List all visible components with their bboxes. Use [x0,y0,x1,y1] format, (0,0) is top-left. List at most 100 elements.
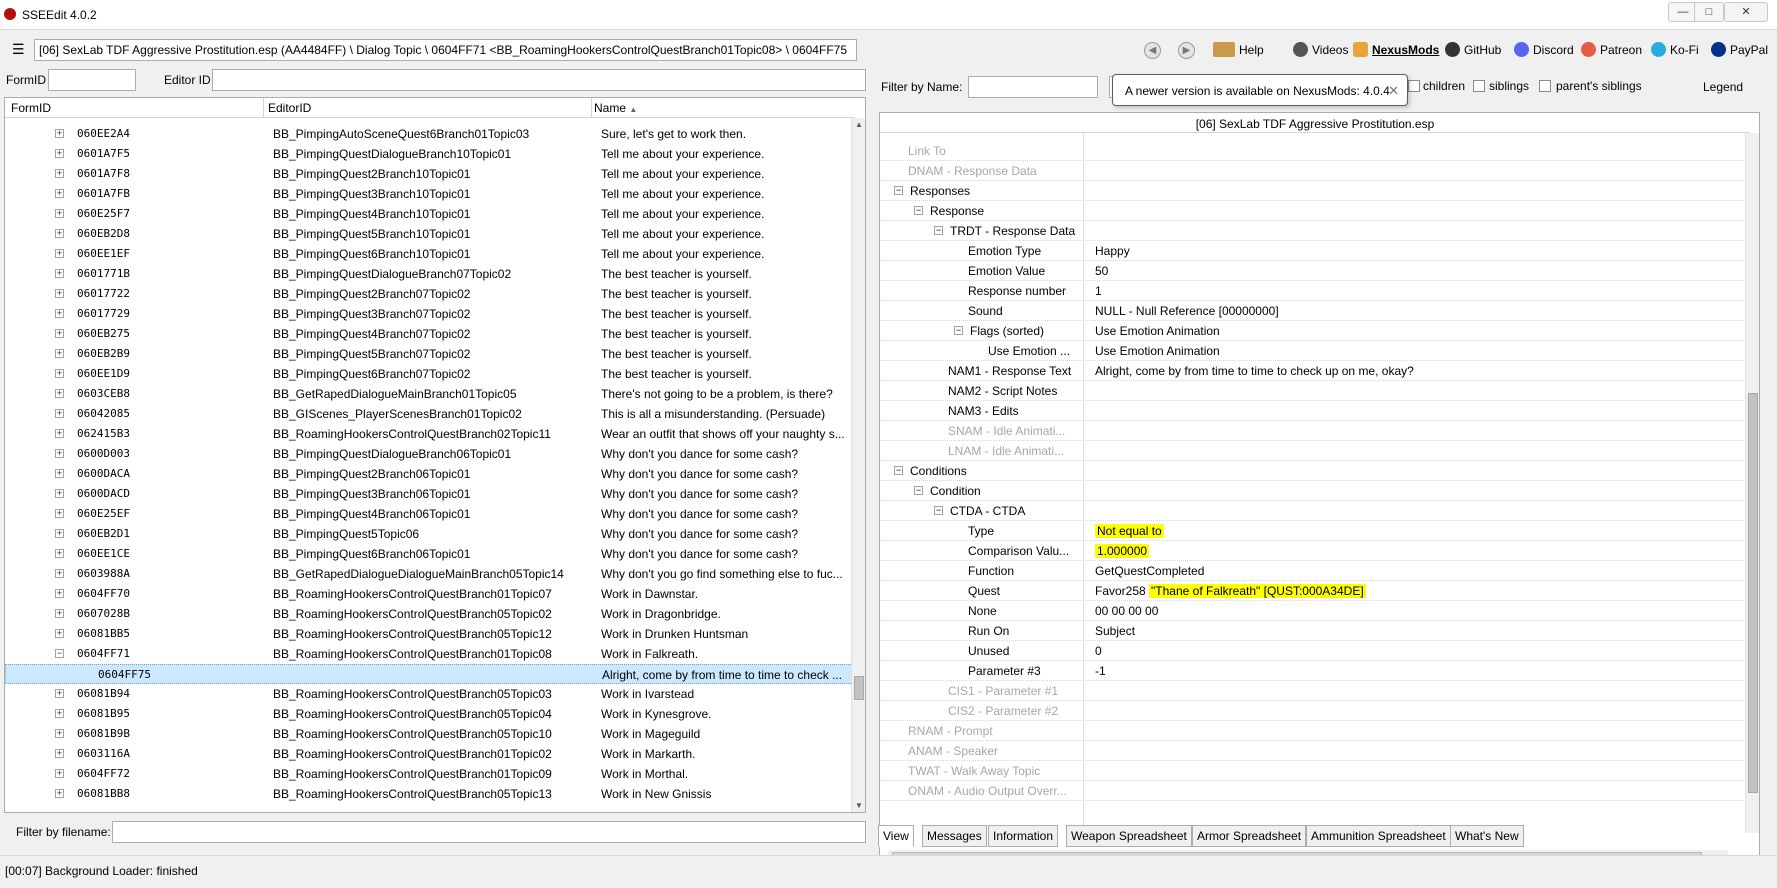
expand-icon[interactable]: + [55,269,64,278]
kofi-button[interactable]: Ko-Fi [1651,42,1699,60]
github-button[interactable]: GitHub [1445,42,1501,60]
expand-icon[interactable]: + [55,309,64,318]
table-row[interactable]: +0600DACA BB_PimpingQuest2Branch06Topic01… [5,464,855,484]
table-row[interactable]: +06017722 BB_PimpingQuest2Branch07Topic02… [5,284,855,304]
expand-icon[interactable]: + [55,509,64,518]
expand-icon[interactable]: + [55,489,64,498]
expand-icon[interactable]: + [55,609,64,618]
table-row[interactable]: − 0604FF71 BB_RoamingHookersControlQuestBr… [5,644,855,664]
table-row[interactable]: +060EE1EF BB_PimpingQuest6Branch10Topic01… [5,244,855,264]
table-row[interactable]: +060EE2A4 BB_PimpingAutoSceneQuest6Branch… [5,124,855,144]
close-button[interactable]: ✕ [1724,2,1768,22]
children-checkbox[interactable] [1408,80,1420,92]
column-name[interactable]: Name ▲ [594,101,637,115]
scroll-up-icon[interactable]: ▲ [855,120,863,129]
legend-button[interactable]: Legend [1703,80,1743,94]
record-vertical-scrollbar[interactable] [1745,133,1759,833]
scroll-thumb[interactable] [1748,393,1758,793]
table-row[interactable]: +060EB2D1 BB_PimpingQuest5Topic06 Why don'… [5,524,855,544]
record-field-row[interactable]: NAM1 - Response Text Alright, come by fro… [880,361,1746,381]
expand-icon[interactable]: + [55,129,64,138]
help-button[interactable]: Help [1213,42,1264,60]
record-field-row[interactable]: − Responses [880,181,1746,201]
column-separator[interactable] [263,98,264,118]
table-row[interactable]: +06081BB8 BB_RoamingHookersControlQuestBr… [5,784,855,804]
table-row[interactable]: +0603988A BB_GetRapedDialogueDialogueMain… [5,564,855,584]
table-row[interactable]: +06081BB5 BB_RoamingHookersControlQuestBr… [5,624,855,644]
hamburger-icon[interactable]: ☰ [12,42,25,56]
record-field-row[interactable]: TWAT - Walk Away Topic [880,761,1746,781]
record-field-row[interactable]: − TRDT - Response Data [880,221,1746,241]
record-path-field[interactable]: [06] SexLab TDF Aggressive Prostitution.… [34,39,857,61]
record-field-row[interactable]: Parameter #3 -1 [880,661,1746,681]
expand-icon[interactable]: + [55,769,64,778]
record-field-row[interactable]: NAM2 - Script Notes [880,381,1746,401]
table-row[interactable]: +06017729 BB_PimpingQuest3Branch07Topic02… [5,304,855,324]
formid-input[interactable] [48,69,136,91]
table-row[interactable]: +0600DACD BB_PimpingQuest3Branch06Topic01… [5,484,855,504]
expand-icon[interactable]: + [55,229,64,238]
tab-information[interactable]: Information [988,825,1059,847]
expand-icon[interactable]: + [55,149,64,158]
record-field-row[interactable]: − Flags (sorted) Use Emotion Animation [880,321,1746,341]
expand-icon[interactable]: + [55,729,64,738]
expand-icon[interactable]: + [55,249,64,258]
expand-icon[interactable]: + [55,209,64,218]
table-row[interactable]: +062415B3 BB_RoamingHookersControlQuestBr… [5,424,855,444]
collapse-icon[interactable]: − [894,186,903,195]
close-icon[interactable]: ✕ [1388,83,1399,99]
scroll-down-icon[interactable]: ▼ [855,801,863,810]
record-field-row[interactable]: LNAM - Idle Animati... [880,441,1746,461]
record-field-row[interactable]: Link To [880,141,1746,161]
name-filter-input[interactable] [968,76,1098,98]
videos-button[interactable]: Videos [1293,42,1348,60]
collapse-icon[interactable]: − [954,326,963,335]
tab-what-s-new[interactable]: What's New [1450,825,1524,847]
expand-icon[interactable]: + [55,289,64,298]
record-field-row[interactable]: Emotion Type Happy [880,241,1746,261]
expand-icon[interactable]: + [55,409,64,418]
collapse-icon[interactable]: − [55,649,64,658]
table-row[interactable]: +060E25EF BB_PimpingQuest4Branch06Topic01… [5,504,855,524]
collapse-icon[interactable]: − [934,506,943,515]
expand-icon[interactable]: + [55,709,64,718]
record-field-row[interactable]: − CTDA - CTDA [880,501,1746,521]
maximize-button[interactable]: □ [1694,2,1724,22]
table-row[interactable]: +0600D003 BB_PimpingQuestDialogueBranch06… [5,444,855,464]
record-field-row[interactable]: ANAM - Speaker [880,741,1746,761]
tab-weapon-spreadsheet[interactable]: Weapon Spreadsheet [1066,825,1192,847]
expand-icon[interactable]: + [55,789,64,798]
expand-icon[interactable]: + [55,689,64,698]
record-field-row[interactable]: RNAM - Prompt [880,721,1746,741]
collapse-icon[interactable]: − [914,486,923,495]
table-row[interactable]: +06042085 BB_GIScenes_PlayerScenesBranch0… [5,404,855,424]
table-row[interactable]: +060E25F7 BB_PimpingQuest4Branch10Topic01… [5,204,855,224]
expand-icon[interactable]: + [55,449,64,458]
record-field-row[interactable]: Function GetQuestCompleted [880,561,1746,581]
expand-icon[interactable]: + [55,589,64,598]
expand-icon[interactable]: + [55,189,64,198]
table-row[interactable]: +0603116A BB_RoamingHookersControlQuestBr… [5,744,855,764]
record-field-row[interactable]: CIS2 - Parameter #2 [880,701,1746,721]
expand-icon[interactable]: + [55,549,64,558]
record-field-row[interactable]: Emotion Value 50 [880,261,1746,281]
expand-icon[interactable]: + [55,349,64,358]
table-row[interactable]: +060EE1D9 BB_PimpingQuest6Branch07Topic02… [5,364,855,384]
table-row[interactable]: +06081B9B BB_RoamingHookersControlQuestBr… [5,724,855,744]
table-row[interactable]: +0603CEB8 BB_GetRapedDialogueMainBranch01… [5,384,855,404]
tree-vertical-scrollbar[interactable]: ▲ ▼ [851,118,865,812]
record-field-row[interactable]: Comparison Valu... 1.000000 [880,541,1746,561]
table-row[interactable]: +060EB2D8 BB_PimpingQuest5Branch10Topic01… [5,224,855,244]
paypal-button[interactable]: PayPal [1711,42,1768,60]
arrow-left-icon[interactable]: ◀ [1144,42,1161,59]
siblings-checkbox[interactable] [1473,80,1485,92]
record-field-row[interactable]: − Response [880,201,1746,221]
expand-icon[interactable]: + [55,369,64,378]
table-row[interactable]: +0604FF72 BB_RoamingHookersControlQuestBr… [5,764,855,784]
table-row[interactable]: +0601A7FB BB_PimpingQuest3Branch10Topic01… [5,184,855,204]
table-row[interactable]: +06081B94 BB_RoamingHookersControlQuestBr… [5,684,855,704]
record-field-row[interactable]: SNAM - Idle Animati... [880,421,1746,441]
editorid-input[interactable] [212,69,866,91]
expand-icon[interactable]: + [55,329,64,338]
filename-filter-input[interactable] [112,821,866,843]
